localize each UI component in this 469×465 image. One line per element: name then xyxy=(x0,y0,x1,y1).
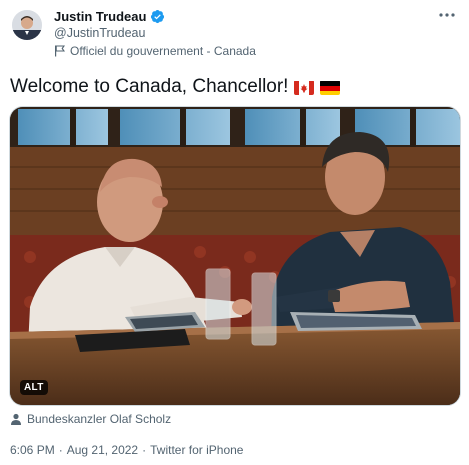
more-options-button[interactable] xyxy=(435,6,459,24)
government-flag-icon xyxy=(54,45,66,57)
tweet-text: Welcome to Canada, Chancellor! xyxy=(10,76,341,98)
tweet-date[interactable]: Aug 21, 2022 xyxy=(67,443,138,457)
more-options-icon xyxy=(439,13,455,17)
author-handle[interactable]: @JustinTrudeau xyxy=(54,26,145,40)
tweet-photo[interactable]: ALT xyxy=(9,106,461,406)
tagged-person-row[interactable]: Bundeskanzler Olaf Scholz xyxy=(10,412,171,426)
government-label-row[interactable]: Officiel du gouvernement - Canada xyxy=(54,44,256,58)
tagged-person-name: Bundeskanzler Olaf Scholz xyxy=(27,412,172,426)
meta-separator: · xyxy=(142,443,147,457)
tweet-meta-row: 6:06 PM · Aug 21, 2022 · Twitter for iPh… xyxy=(10,443,243,457)
author-avatar[interactable] xyxy=(12,10,42,40)
canada-flag-emoji-icon xyxy=(294,80,315,95)
tweet-text-content: Welcome to Canada, Chancellor! xyxy=(10,76,289,97)
person-icon xyxy=(10,413,22,425)
photo-illustration xyxy=(10,107,460,405)
author-name-row: Justin Trudeau xyxy=(54,9,165,24)
verified-badge-icon xyxy=(150,9,165,24)
meta-separator: · xyxy=(58,443,63,457)
alt-text-button[interactable]: ALT xyxy=(20,380,48,395)
author-display-name[interactable]: Justin Trudeau xyxy=(54,9,146,24)
tweet-time[interactable]: 6:06 PM xyxy=(10,443,55,457)
avatar-photo-icon xyxy=(12,10,42,40)
government-label: Officiel du gouvernement - Canada xyxy=(70,44,256,58)
tweet-source[interactable]: Twitter for iPhone xyxy=(150,443,243,457)
germany-flag-emoji-icon xyxy=(320,80,341,95)
